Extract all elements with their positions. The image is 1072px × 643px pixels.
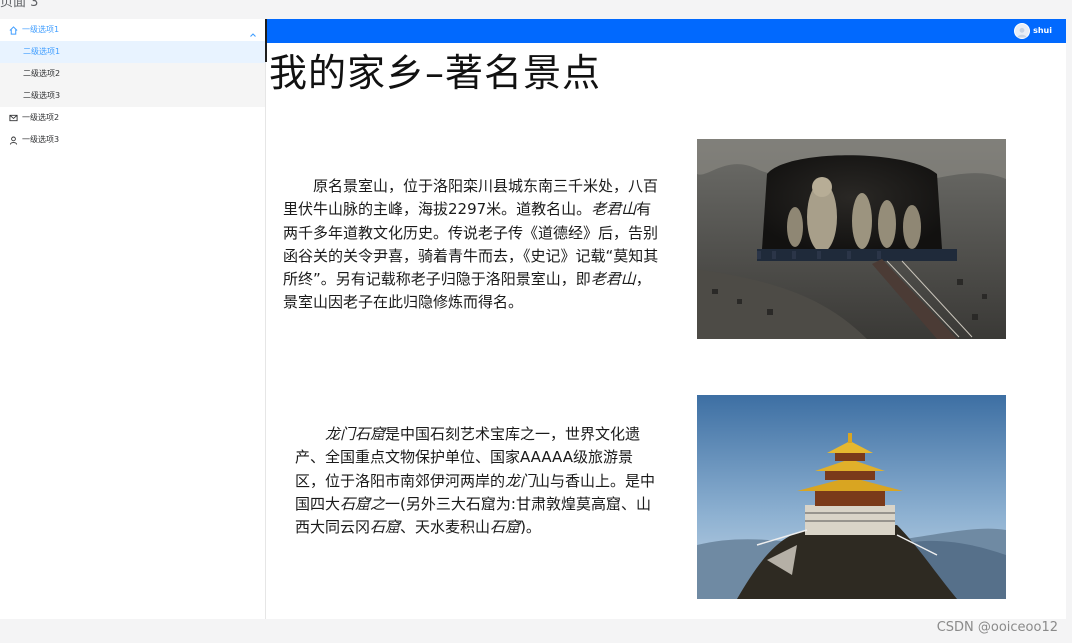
sidebar-menu: 一级选项1 二级选项1 二级选项2 二级选项3 一级选项2 一级选项3: [0, 19, 266, 619]
menu-item-1-label: 一级选项1: [22, 25, 60, 34]
menu-item-1[interactable]: 一级选项1: [0, 19, 265, 41]
submenu-1: 二级选项1 二级选项2 二级选项3: [0, 41, 265, 107]
menu-item-3[interactable]: 一级选项3: [0, 129, 265, 151]
submenu-item-3[interactable]: 二级选项3: [0, 85, 265, 107]
page-title: 我的家乡–著名景点: [269, 51, 602, 95]
submenu-item-1[interactable]: 二级选项1: [0, 41, 265, 63]
watermark: CSDN @ooiceoo12: [936, 620, 1058, 635]
page-label: 页面 3: [0, 0, 39, 10]
laojun-mountain-temple-photo: [697, 395, 1006, 599]
user-icon: [8, 135, 18, 145]
username[interactable]: shui: [1033, 24, 1052, 38]
menu-item-2[interactable]: 一级选项2: [0, 107, 265, 129]
longmen-grottoes-photo: [697, 139, 1006, 339]
main-content: 我的家乡–著名景点 原名景室山，位于洛阳栾川县城东南三千米处，八百里伏牛山脉的主…: [267, 43, 1066, 619]
section-2-text: 龙门石窟是中国石刻艺术宝库之一，世界文化遗产、全国重点文物保护单位、国家AAAA…: [295, 425, 656, 537]
menu-item-3-label: 一级选项3: [22, 135, 60, 144]
user-avatar[interactable]: [1014, 23, 1030, 39]
mail-icon: [8, 113, 18, 123]
home-icon: [8, 25, 18, 35]
top-header: shui: [267, 19, 1066, 43]
app-container: 一级选项1 二级选项1 二级选项2 二级选项3 一级选项2 一级选项3 shui…: [0, 19, 1066, 619]
section-1-text: 原名景室山，位于洛阳栾川县城东南三千米处，八百里伏牛山脉的主峰，海拔2297米。…: [283, 177, 659, 312]
chevron-up-icon[interactable]: [249, 26, 257, 37]
bottom-bar: [0, 619, 1072, 643]
submenu-item-2[interactable]: 二级选项2: [0, 63, 265, 85]
menu-item-2-label: 一级选项2: [22, 113, 60, 122]
